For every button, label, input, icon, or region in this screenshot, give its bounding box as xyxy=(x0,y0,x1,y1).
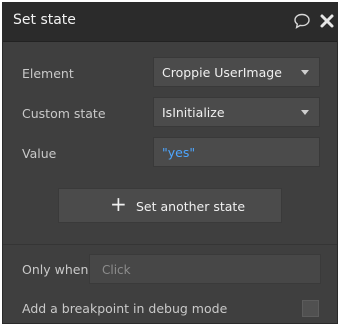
element-dropdown[interactable]: Croppie UserImage xyxy=(153,57,320,87)
only-when-placeholder: Click xyxy=(102,263,131,277)
set-another-state-label: Set another state xyxy=(136,199,246,214)
only-when-label: Only when xyxy=(22,262,89,277)
value-label: Value xyxy=(22,146,57,161)
value-input[interactable]: "yes" xyxy=(153,137,320,167)
panel-header: Set state xyxy=(3,3,337,42)
custom-state-dropdown[interactable]: IsInitialize xyxy=(153,97,320,127)
breakpoint-checkbox[interactable] xyxy=(302,300,319,317)
breakpoint-label: Add a breakpoint in debug mode xyxy=(22,301,228,316)
element-value: Croppie UserImage xyxy=(162,65,282,80)
custom-state-value: IsInitialize xyxy=(162,105,225,120)
comment-icon[interactable] xyxy=(293,12,311,30)
element-label: Element xyxy=(22,66,74,81)
value-text: "yes" xyxy=(162,145,196,160)
set-state-panel: Set state Element Croppie UserImage Cust… xyxy=(2,2,338,324)
chevron-down-icon xyxy=(301,110,309,115)
panel-title: Set state xyxy=(13,12,76,28)
plus-icon: + xyxy=(110,192,127,216)
custom-state-label: Custom state xyxy=(22,106,106,121)
chevron-down-icon xyxy=(301,70,309,75)
divider xyxy=(3,244,337,245)
only-when-input[interactable]: Click xyxy=(89,254,321,284)
set-another-state-button[interactable]: + Set another state xyxy=(58,188,282,223)
close-icon[interactable] xyxy=(318,12,336,30)
